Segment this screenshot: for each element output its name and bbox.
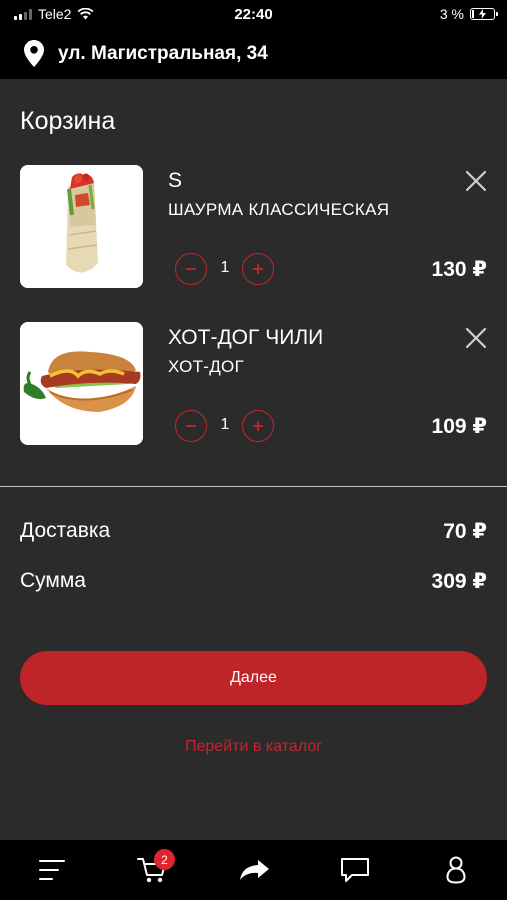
close-icon — [465, 170, 487, 192]
decrease-quantity-button[interactable] — [175, 410, 207, 442]
tab-profile[interactable] — [436, 852, 476, 888]
total-label: Сумма — [20, 569, 86, 592]
tab-share[interactable] — [234, 852, 274, 888]
plus-icon — [253, 264, 263, 274]
item-subtitle: ШАУРМА КЛАССИЧЕСКАЯ — [168, 200, 390, 219]
hotdog-image — [20, 322, 143, 445]
page-title: Корзина — [20, 107, 116, 135]
quantity-value: 1 — [220, 416, 230, 433]
item-name: S — [168, 169, 183, 192]
delivery-address: ул. Магистральная, 34 — [58, 42, 268, 64]
tab-bar: 2 — [0, 840, 507, 900]
delivery-value: 70 ₽ — [443, 519, 487, 543]
go-to-catalog-link[interactable]: Перейти в каталог — [0, 738, 507, 756]
status-bar: Tele2 22:40 3 % — [0, 0, 507, 28]
cart-item: S ШАУРМА КЛАССИЧЕСКАЯ 1 130 ₽ — [0, 165, 507, 289]
minus-icon — [186, 425, 196, 427]
delivery-label: Доставка — [20, 519, 111, 542]
close-icon — [465, 327, 487, 349]
item-price: 109 ₽ — [431, 415, 487, 438]
increase-quantity-button[interactable] — [242, 410, 274, 442]
chat-icon — [341, 858, 369, 882]
tab-chat[interactable] — [335, 852, 375, 888]
remove-item-button[interactable] — [464, 169, 488, 193]
tab-cart[interactable]: 2 — [132, 849, 175, 888]
battery-icon — [470, 8, 498, 20]
tab-menu[interactable] — [32, 852, 72, 888]
total-row: Сумма 309 ₽ — [20, 567, 487, 595]
menu-icon — [39, 860, 65, 880]
cart-badge: 2 — [154, 849, 175, 870]
divider — [0, 486, 507, 487]
item-subtitle: ХОТ-ДОГ — [168, 357, 245, 376]
remove-item-button[interactable] — [464, 326, 488, 350]
cart-item: ХОТ-ДОГ ЧИЛИ ХОТ-ДОГ 1 109 ₽ — [0, 322, 507, 446]
increase-quantity-button[interactable] — [242, 253, 274, 285]
address-header[interactable]: ул. Магистральная, 34 — [0, 28, 507, 79]
total-value: 309 ₽ — [431, 569, 487, 593]
decrease-quantity-button[interactable] — [175, 253, 207, 285]
minus-icon — [186, 268, 196, 270]
battery-info: 3 % — [439, 6, 498, 22]
cart-screen: Корзина S ШАУРМА КЛАССИЧЕСКАЯ 1 130 ₽ ХО… — [0, 79, 507, 840]
item-name: ХОТ-ДОГ ЧИЛИ — [168, 326, 324, 349]
share-icon — [240, 860, 269, 880]
item-price: 130 ₽ — [431, 258, 487, 281]
clock: 22:40 — [234, 6, 273, 23]
location-pin-icon — [24, 40, 44, 67]
profile-icon — [446, 856, 466, 884]
next-button[interactable]: Далее — [20, 651, 487, 705]
quantity-value: 1 — [220, 259, 230, 276]
battery-percent: 3 % — [439, 6, 464, 22]
delivery-row: Доставка 70 ₽ — [20, 517, 487, 545]
shawarma-image — [20, 165, 143, 288]
plus-icon — [253, 421, 263, 431]
